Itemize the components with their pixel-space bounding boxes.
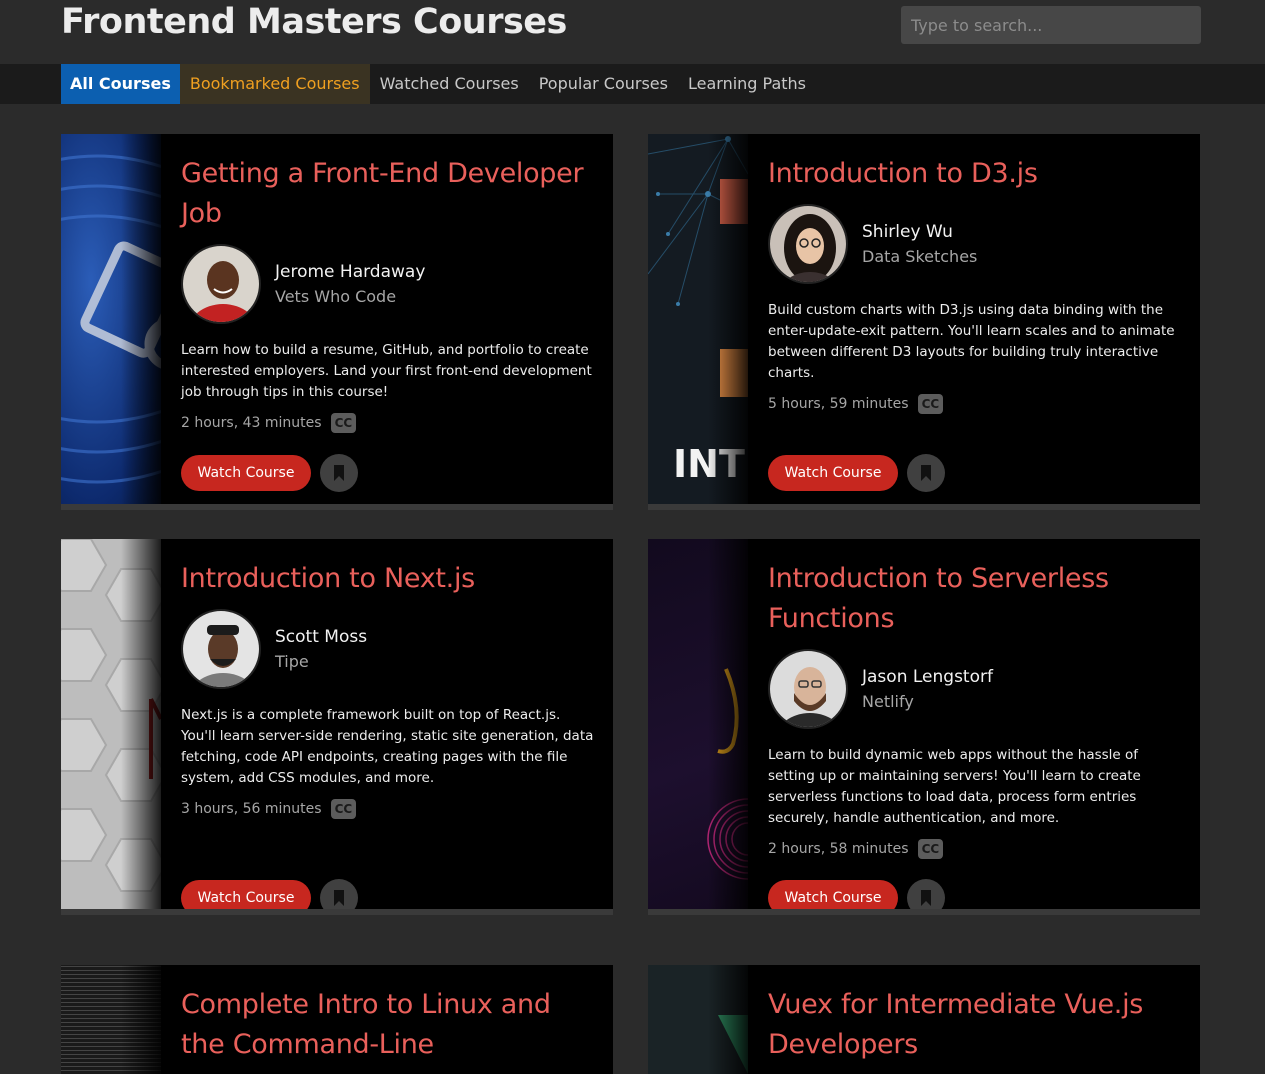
- instructor-name: Shirley Wu: [862, 222, 953, 242]
- bookmark-icon: [921, 890, 931, 906]
- course-card: INT Introduction to D3.js Shirley Wu Dat…: [648, 134, 1200, 510]
- course-title[interactable]: Getting a Front-End Developer Job: [181, 154, 595, 234]
- bookmark-icon: [334, 890, 344, 906]
- course-thumbnail: [648, 539, 748, 909]
- course-thumbnail: [61, 134, 161, 504]
- course-thumbnail: [61, 965, 161, 1074]
- instructor-org: Tipe: [275, 652, 309, 671]
- thumbnail-text: INT: [673, 442, 745, 486]
- course-description: Learn to build dynamic web apps without …: [768, 747, 1141, 826]
- course-title[interactable]: Complete Intro to Linux and the Command-…: [181, 985, 595, 1065]
- bookmark-button[interactable]: [907, 454, 945, 492]
- instructor-org: Netlify: [862, 692, 914, 711]
- tab-learning-paths[interactable]: Learning Paths: [678, 64, 816, 104]
- instructor-name: Jason Lengstorf: [862, 667, 993, 687]
- course-description: Learn how to build a resume, GitHub, and…: [181, 342, 592, 400]
- instructor-avatar: [181, 244, 261, 324]
- course-card: Introduction to Serverless Functions Jas…: [648, 539, 1200, 915]
- tab-popular-courses[interactable]: Popular Courses: [529, 64, 678, 104]
- closed-captions-badge: CC: [330, 799, 357, 819]
- course-card: Introduction to Next.js Scott Moss Tipe …: [61, 539, 613, 915]
- course-thumbnail: [648, 965, 748, 1074]
- tab-all-courses[interactable]: All Courses: [61, 64, 180, 104]
- watch-course-button[interactable]: Watch Course: [768, 455, 898, 491]
- bookmark-button[interactable]: [907, 879, 945, 909]
- instructor-org: Data Sketches: [862, 247, 978, 266]
- instructor-avatar: [768, 649, 848, 729]
- course-thumbnail: INT: [648, 134, 748, 504]
- watch-course-button[interactable]: Watch Course: [768, 880, 898, 909]
- instructor-avatar: [181, 609, 261, 689]
- instructor-name: Jerome Hardaway: [275, 262, 426, 282]
- course-title[interactable]: Introduction to Serverless Functions: [768, 559, 1182, 639]
- course-card: Getting a Front-End Developer Job Jerome…: [61, 134, 613, 510]
- course-title[interactable]: Introduction to Next.js: [181, 559, 595, 599]
- course-title[interactable]: Vuex for Intermediate Vue.js Developers: [768, 985, 1182, 1065]
- tab-bookmarked-courses[interactable]: Bookmarked Courses: [179, 64, 370, 104]
- instructor-org: Vets Who Code: [275, 287, 397, 306]
- search-input[interactable]: [901, 6, 1201, 44]
- course-duration: 2 hours, 43 minutes: [181, 415, 322, 431]
- bookmark-button[interactable]: [320, 454, 358, 492]
- closed-captions-badge: CC: [330, 413, 357, 433]
- bookmark-button[interactable]: [320, 879, 358, 909]
- course-description: Next.js is a complete framework built on…: [181, 707, 594, 786]
- course-duration: 2 hours, 58 minutes: [768, 841, 909, 857]
- course-title[interactable]: Introduction to D3.js: [768, 154, 1182, 194]
- tab-watched-courses[interactable]: Watched Courses: [370, 64, 529, 104]
- course-card: Vuex for Intermediate Vue.js Developers: [648, 965, 1200, 1074]
- bookmark-icon: [334, 465, 344, 481]
- closed-captions-badge: CC: [917, 839, 944, 859]
- bookmark-icon: [921, 465, 931, 481]
- course-card: Complete Intro to Linux and the Command-…: [61, 965, 613, 1074]
- watch-course-button[interactable]: Watch Course: [181, 455, 311, 491]
- nav-bar: All Courses Bookmarked Courses Watched C…: [0, 64, 1265, 104]
- instructor-name: Scott Moss: [275, 627, 368, 647]
- watch-course-button[interactable]: Watch Course: [181, 880, 311, 909]
- header: Frontend Masters Courses: [0, 0, 1265, 64]
- page-title: Frontend Masters Courses: [61, 2, 567, 42]
- course-thumbnail: [61, 539, 161, 909]
- closed-captions-badge: CC: [917, 394, 944, 414]
- course-description: Build custom charts with D3.js using dat…: [768, 302, 1175, 381]
- course-duration: 5 hours, 59 minutes: [768, 396, 909, 412]
- instructor-avatar: [768, 204, 848, 284]
- course-duration: 3 hours, 56 minutes: [181, 801, 322, 817]
